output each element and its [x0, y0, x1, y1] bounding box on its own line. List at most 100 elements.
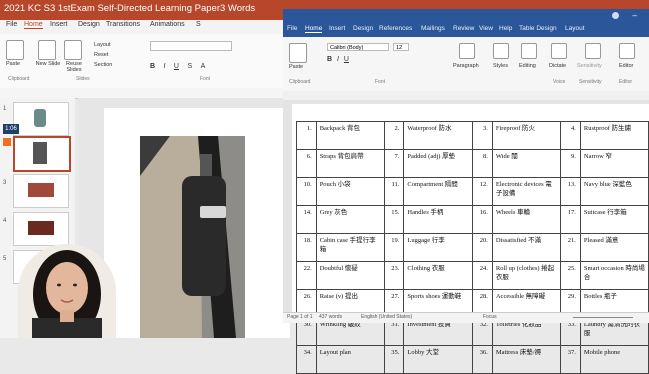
vocabulary-word[interactable]: Handles 手柄 [403, 205, 474, 234]
word-tab-file[interactable]: File [287, 25, 297, 32]
item-number[interactable]: 7. [383, 149, 405, 178]
backpack-strap-photo[interactable] [140, 136, 245, 338]
vocabulary-word[interactable]: Layout plan [315, 345, 385, 374]
slide-thumbnail-3[interactable] [13, 174, 69, 208]
vocabulary-word[interactable]: Rustproof 防生鏽 [579, 121, 649, 150]
vocabulary-word[interactable]: Grey 灰色 [315, 205, 385, 234]
vocabulary-word[interactable]: Clothing 衣服 [403, 261, 474, 290]
vocabulary-table[interactable]: 1. Backpack 背包 2. Waterproof 防水 3. Fireproof … [296, 121, 649, 374]
editing-icon[interactable] [521, 43, 537, 59]
slide-thumbnail-1[interactable] [13, 102, 69, 136]
word-tab-view[interactable]: View [479, 25, 493, 32]
paste-label[interactable]: Paste [6, 61, 20, 67]
account-icon[interactable] [612, 12, 619, 19]
item-number[interactable]: 18. [296, 233, 317, 262]
reset-button[interactable]: Reset [94, 52, 108, 58]
focus-button[interactable]: Focus [483, 314, 497, 320]
ppt-font-format-buttons[interactable]: B I U S A [150, 55, 260, 70]
layout-button[interactable]: Layout [94, 42, 111, 48]
word-font-format-buttons[interactable]: B I U [327, 56, 437, 64]
vocabulary-word[interactable]: Mattress 床墊/褥 [491, 345, 562, 374]
vocabulary-word[interactable]: Luggage 行李 [403, 233, 474, 262]
vocabulary-word[interactable]: Dissatisfied 不滿 [491, 233, 562, 262]
slide-thumbnail-4[interactable] [13, 212, 69, 246]
styles-icon[interactable] [493, 43, 509, 59]
ppt-tab-transitions[interactable]: Transitions [106, 21, 140, 28]
item-number[interactable]: 8. [472, 149, 493, 178]
vocabulary-word[interactable]: Cabin case 手提行李箱 [315, 233, 385, 262]
vocabulary-word[interactable]: Pleased 滿意 [579, 233, 649, 262]
vocabulary-word[interactable]: Waterproof 防水 [403, 121, 474, 150]
word-font-name-box[interactable]: Calibri (Body) [327, 43, 389, 51]
vocabulary-word[interactable]: Padded (adj) 厚墊 [403, 149, 474, 178]
item-number[interactable]: 20. [472, 233, 493, 262]
slide-thumbnail-2[interactable] [13, 136, 71, 172]
item-number[interactable]: 2. [383, 121, 405, 150]
vocabulary-word[interactable]: Wheels 車輪 [491, 205, 562, 234]
item-number[interactable]: 22. [296, 261, 317, 290]
vocabulary-word[interactable]: Backpack 背包 [315, 121, 385, 150]
item-number[interactable]: 21. [560, 233, 581, 262]
item-number[interactable]: 17. [560, 205, 581, 234]
word-paste-label[interactable]: Paste [289, 64, 303, 70]
vocabulary-word[interactable]: Smart occasion 時尚場合 [579, 261, 649, 290]
item-number[interactable]: 6. [296, 149, 317, 178]
word-tab-references[interactable]: References [379, 25, 412, 32]
vocabulary-word[interactable]: Narrow 窄 [579, 149, 649, 178]
ppt-tab-design[interactable]: Design [78, 21, 100, 28]
item-number[interactable]: 25. [560, 261, 581, 290]
paste-icon[interactable] [6, 40, 24, 60]
ppt-tab-animations[interactable]: Animations [150, 21, 185, 28]
item-number[interactable]: 19. [383, 233, 405, 262]
sensitivity-icon[interactable] [585, 43, 601, 59]
word-paste-icon[interactable] [289, 43, 307, 63]
item-number[interactable]: 35. [383, 345, 405, 374]
item-number[interactable]: 1. [296, 121, 317, 150]
ppt-tab-file[interactable]: File [6, 21, 17, 28]
item-number[interactable]: 4. [560, 121, 581, 150]
vocabulary-word[interactable]: Roll up (clothes) 捲起衣服 [491, 261, 562, 290]
section-button[interactable]: Section [94, 62, 112, 68]
vocabulary-word[interactable]: Lobby 大堂 [403, 345, 474, 374]
styles-button[interactable]: Styles [493, 63, 508, 69]
item-number[interactable]: 10. [296, 177, 317, 206]
editing-button[interactable]: Editing [519, 63, 536, 69]
item-number[interactable]: 12. [472, 177, 493, 206]
microphone-icon[interactable] [551, 43, 567, 59]
item-number[interactable]: 14. [296, 205, 317, 234]
language-status[interactable]: English (United States) [361, 314, 412, 320]
item-number[interactable]: 37. [560, 345, 581, 374]
ppt-tab-insert[interactable]: Insert [50, 21, 68, 28]
word-count[interactable]: 437 words [319, 314, 342, 320]
editor-button[interactable]: Editor [619, 63, 633, 69]
sensitivity-button[interactable]: Sensitivity [577, 63, 602, 69]
item-number[interactable]: 23. [383, 261, 405, 290]
vocabulary-word[interactable]: Mobile phone [579, 345, 649, 374]
vocabulary-word[interactable]: Navy blue 深藍色 [579, 177, 649, 206]
word-tab-design[interactable]: Design [353, 25, 373, 32]
word-tab-mailings[interactable]: Mailings [421, 25, 445, 32]
item-number[interactable]: 36. [472, 345, 493, 374]
item-number[interactable]: 16. [472, 205, 493, 234]
word-tab-table-design[interactable]: Table Design [519, 25, 557, 32]
new-slide-icon[interactable] [38, 40, 56, 60]
minimize-icon[interactable]: – [633, 11, 637, 20]
item-number[interactable]: 15. [383, 205, 405, 234]
item-number[interactable]: 13. [560, 177, 581, 206]
item-number[interactable]: 24. [472, 261, 493, 290]
ppt-tab-slideshow[interactable]: S [196, 21, 201, 28]
vocabulary-word[interactable]: Fireproof 防火 [491, 121, 562, 150]
paragraph-button[interactable]: Paragraph [453, 63, 479, 69]
item-number[interactable]: 9. [560, 149, 581, 178]
word-font-size-box[interactable]: 12 [393, 43, 409, 51]
item-number[interactable]: 34. [296, 345, 317, 374]
vocabulary-word[interactable]: Electronic devices 電子設備 [491, 177, 562, 206]
page-count[interactable]: Page 1 of 1 [287, 314, 313, 320]
vocabulary-word[interactable]: Wide 闊 [491, 149, 562, 178]
paragraph-icon[interactable] [459, 43, 475, 59]
word-tab-layout[interactable]: Layout [565, 25, 585, 32]
vocabulary-word[interactable]: Pouch 小袋 [315, 177, 385, 206]
vocabulary-word[interactable]: Suitcase 行李箱 [579, 205, 649, 234]
vocabulary-word[interactable]: Doubtful 懷疑 [315, 261, 385, 290]
word-tab-insert[interactable]: Insert [329, 25, 345, 32]
